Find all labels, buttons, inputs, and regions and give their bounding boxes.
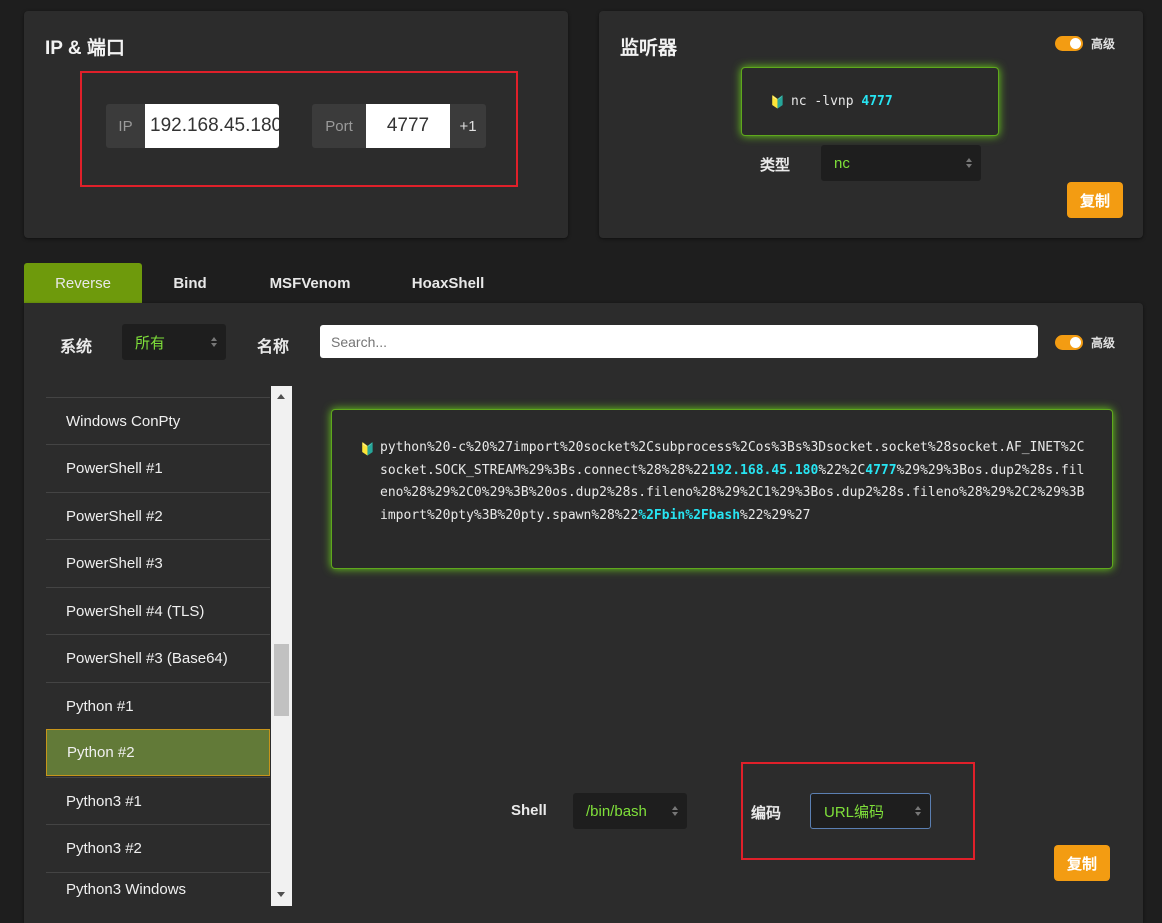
beginner-icon: 🔰 — [770, 94, 785, 109]
os-filter-value: 所有 — [135, 334, 166, 352]
list-item-python-1[interactable]: Python #1 — [46, 682, 270, 729]
list-item-windows-conpty[interactable]: Windows ConPty — [46, 397, 270, 444]
ip-input-value: 192.168.45.180 — [150, 115, 279, 136]
listener-type-select[interactable]: nc — [821, 145, 981, 181]
scroll-down-arrow-icon[interactable] — [277, 892, 285, 897]
list-item-powershell-2[interactable]: PowerShell #2 — [46, 492, 270, 539]
list-item-python3-2[interactable]: Python3 #2 — [46, 824, 270, 871]
scrollbar-thumb[interactable] — [274, 644, 289, 716]
listener-command-text: nc -lvnp 4777 — [790, 94, 893, 109]
list-item-python3-1[interactable]: Python3 #1 — [46, 777, 270, 824]
name-filter-label: 名称 — [257, 339, 290, 356]
payload-copy-button[interactable]: 复制 — [1054, 845, 1110, 881]
listener-type-value: nc — [834, 154, 850, 172]
listener-advanced-label: 高级 — [1091, 37, 1116, 51]
list-item-python-2[interactable]: Python #2 — [46, 729, 270, 776]
list-item-powershell-4-tls[interactable]: PowerShell #4 (TLS) — [46, 587, 270, 634]
tab-reverse[interactable]: Reverse — [24, 263, 142, 303]
tab-bind[interactable]: Bind — [142, 263, 238, 303]
filter-advanced-toggle[interactable]: 高级 — [1055, 334, 1115, 351]
os-filter-label: 系统 — [60, 339, 93, 356]
listener-command-port: 4777 — [861, 94, 893, 109]
list-item-powershell-3-base64[interactable]: PowerShell #3 (Base64) — [46, 634, 270, 681]
select-arrows-icon — [672, 806, 678, 816]
port-input[interactable]: 4777 — [366, 104, 450, 148]
port-label: Port — [312, 104, 366, 148]
port-increment-button[interactable]: +1 — [450, 104, 486, 148]
payload-command-text: python%20-c%20%27import%20socket%2Csubpr… — [380, 440, 1085, 523]
encoding-select-value: URL编码 — [824, 803, 885, 821]
select-arrows-icon — [915, 806, 921, 816]
toggle-switch-icon — [1055, 335, 1083, 350]
encoding-select[interactable]: URL编码 — [810, 793, 931, 829]
shell-option-label: Shell — [511, 802, 547, 819]
payload-shell: %2Fbin%2Fbash — [638, 507, 741, 523]
list-item-powershell-3[interactable]: PowerShell #3 — [46, 539, 270, 586]
ip-input[interactable]: 192.168.45.180 — [145, 104, 279, 148]
payload-port: 4777 — [865, 462, 897, 478]
encoding-label: 编码 — [751, 805, 782, 822]
shell-list-scrollbar[interactable] — [271, 386, 292, 906]
select-arrows-icon — [966, 158, 972, 168]
tab-hoaxshell[interactable]: HoaxShell — [392, 263, 504, 303]
shell-select[interactable]: /bin/bash — [573, 793, 687, 829]
search-input[interactable] — [320, 325, 1038, 358]
ip-label: IP — [106, 104, 145, 148]
payload-ip: 192.168.45.180 — [708, 462, 819, 478]
list-item-python3-windows[interactable]: Python3 Windows — [46, 872, 270, 906]
payload-output-box: 🔰 python%20-c%20%27import%20socket%2Csub… — [331, 409, 1113, 569]
port-input-value: 4777 — [386, 115, 430, 136]
shell-select-value: /bin/bash — [586, 802, 647, 820]
listener-advanced-toggle[interactable]: 高级 — [1055, 35, 1115, 52]
listener-command-box: 🔰 nc -lvnp 4777 — [741, 67, 999, 136]
listener-title: 监听器 — [620, 38, 678, 59]
tab-msfvenom[interactable]: MSFVenom — [252, 263, 368, 303]
select-arrows-icon — [211, 337, 217, 347]
toggle-switch-icon — [1055, 36, 1083, 51]
scroll-up-arrow-icon[interactable] — [277, 394, 285, 399]
listener-type-label: 类型 — [760, 157, 791, 174]
beginner-icon: 🔰 — [360, 442, 375, 456]
os-filter-select[interactable]: 所有 — [122, 324, 226, 360]
list-item-powershell-1[interactable]: PowerShell #1 — [46, 444, 270, 491]
listener-copy-button[interactable]: 复制 — [1067, 182, 1123, 218]
ip-port-title: IP & 端口 — [45, 38, 125, 59]
filter-advanced-label: 高级 — [1091, 336, 1116, 350]
